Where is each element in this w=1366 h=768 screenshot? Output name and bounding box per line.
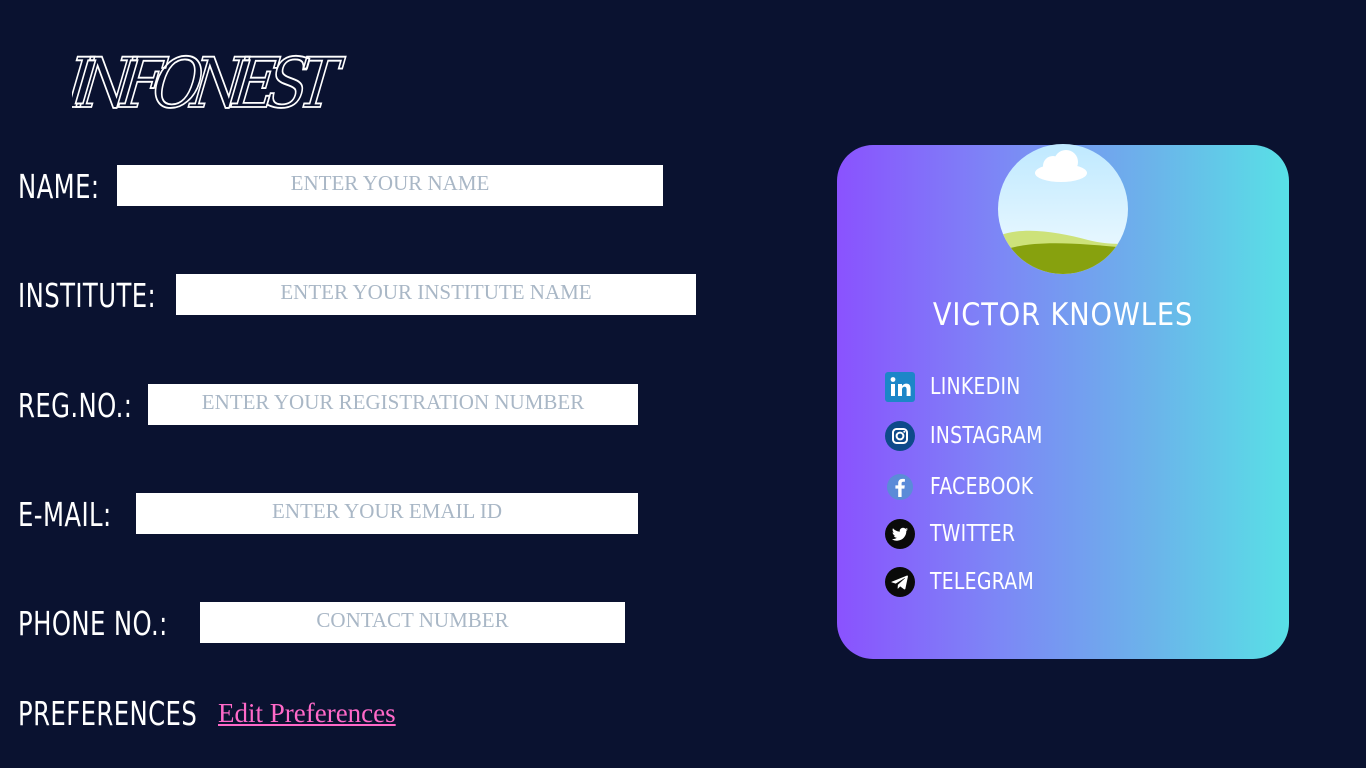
social-label-twitter: TWITTER <box>930 521 1016 547</box>
phone-input[interactable] <box>200 602 625 643</box>
facebook-icon <box>885 472 915 502</box>
edit-preferences-link[interactable]: Edit Preferences <box>218 698 396 729</box>
profile-name: VICTOR KNOWLES <box>932 297 1194 333</box>
landscape-avatar-icon <box>998 144 1128 274</box>
telegram-icon <box>885 567 915 597</box>
name-input[interactable] <box>117 165 663 206</box>
social-label-linkedin: LINKEDIN <box>930 374 1021 400</box>
email-input[interactable] <box>136 493 638 534</box>
social-link-twitter[interactable]: TWITTER <box>885 518 1034 550</box>
social-link-linkedin[interactable]: LINKEDIN <box>885 371 1041 403</box>
profile-card: VICTOR KNOWLES LINKEDIN INSTAGRAM FACEBO… <box>837 144 1289 659</box>
twitter-icon <box>885 519 915 549</box>
preferences-label: PREFERENCES <box>18 694 198 733</box>
instagram-icon <box>885 421 915 451</box>
social-link-facebook[interactable]: FACEBOOK <box>885 471 1056 503</box>
social-link-instagram[interactable]: INSTAGRAM <box>885 420 1067 452</box>
phone-label: PHONE NO.: <box>18 604 168 643</box>
email-label: E-MAIL: <box>18 495 112 534</box>
reg-no-input[interactable] <box>148 384 638 425</box>
social-label-telegram: TELEGRAM <box>930 569 1034 595</box>
institute-input[interactable] <box>176 274 696 315</box>
app-logo: INFONEST <box>72 24 362 114</box>
svg-text:INFONEST: INFONEST <box>72 44 348 114</box>
name-label: NAME: <box>18 167 100 206</box>
reg-no-label: REG.NO.: <box>18 386 133 425</box>
institute-label: INSTITUTE: <box>18 276 157 315</box>
linkedin-icon <box>885 372 915 402</box>
social-label-facebook: FACEBOOK <box>930 474 1034 500</box>
social-link-telegram[interactable]: TELEGRAM <box>885 566 1057 598</box>
social-label-instagram: INSTAGRAM <box>930 423 1043 449</box>
